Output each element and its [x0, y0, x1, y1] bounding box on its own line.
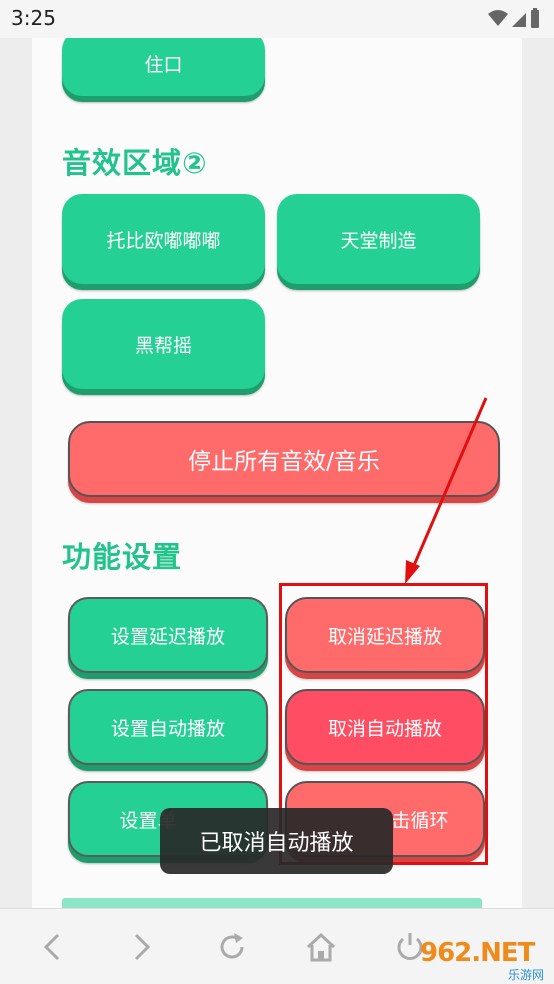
forward-icon[interactable] — [124, 929, 160, 965]
toast-message: 已取消自动播放 — [160, 808, 393, 874]
toast-text: 已取消自动播放 — [199, 831, 354, 856]
refresh-icon[interactable] — [214, 929, 250, 965]
watermark-sub-text: 乐游网 — [507, 968, 544, 982]
watermark-main-text: 962.NET — [420, 938, 535, 968]
annotation-arrow-line — [410, 397, 488, 571]
back-icon[interactable] — [36, 929, 72, 965]
annotation-arrow-head — [405, 560, 420, 584]
home-icon[interactable] — [303, 929, 339, 965]
watermark-logo: 962.NET 乐游网 — [420, 938, 550, 982]
